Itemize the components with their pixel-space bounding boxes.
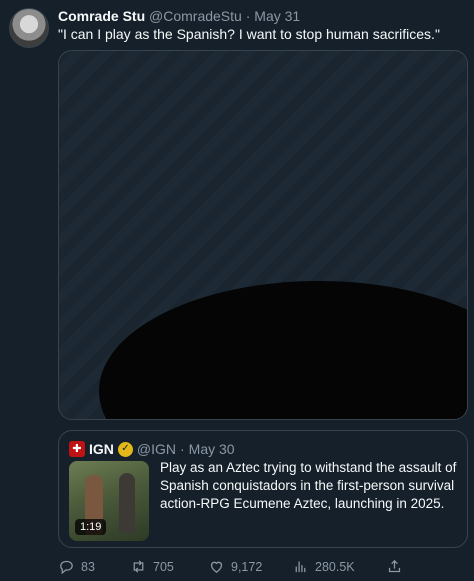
views-button[interactable]: 280.5K — [292, 558, 355, 575]
separator-dot: · — [180, 441, 185, 457]
reply-button[interactable]: 83 — [58, 558, 95, 575]
quoted-author-name[interactable]: IGN — [89, 440, 114, 458]
share-icon — [388, 559, 401, 573]
quoted-video-thumbnail[interactable]: 1:19 — [69, 461, 149, 541]
heart-icon — [210, 561, 223, 573]
like-button[interactable]: 9,172 — [208, 558, 262, 575]
video-duration-badge: 1:19 — [75, 519, 107, 535]
reply-count: 83 — [81, 559, 95, 574]
author-name[interactable]: Comrade Stu — [58, 8, 145, 24]
ign-logo-icon: ✚ — [69, 441, 85, 457]
quoted-date[interactable]: May 30 — [189, 440, 235, 458]
quoted-tweet-text: Play as an Aztec trying to withstand the… — [160, 459, 457, 513]
tweet-media[interactable] — [58, 50, 468, 420]
quoted-text-line: Play as an Aztec trying to withstand the… — [160, 460, 457, 475]
views-count: 280.5K — [315, 559, 355, 574]
tweet-actions-bar: 83 705 9,172 280.5K — [58, 558, 468, 576]
bar-chart-icon — [295, 561, 306, 573]
quoted-text-line: Spanish conquistadors in the first-perso… — [160, 478, 455, 493]
author-handle[interactable]: @ComradeStu — [149, 8, 242, 24]
reply-icon — [60, 560, 73, 575]
quoted-tweet[interactable]: ✚ IGN ✓ @IGN · May 30 1:19 Play as an Az… — [58, 430, 468, 548]
tweet-text: "I can I play as the Spanish? I want to … — [58, 26, 440, 42]
retweet-icon — [133, 560, 144, 573]
quoted-tweet-header: ✚ IGN ✓ @IGN · May 30 — [69, 440, 235, 458]
quoted-author-handle[interactable]: @IGN — [137, 440, 176, 458]
separator-dot: · — [245, 8, 251, 24]
author-avatar[interactable] — [9, 8, 49, 48]
retweet-count: 705 — [153, 559, 174, 574]
retweet-button[interactable]: 705 — [130, 558, 174, 575]
quoted-text-line: action-RPG Ecumene Aztec, launching in 2… — [160, 496, 445, 511]
thumbnail-figure-right — [119, 473, 135, 533]
verified-badge-icon: ✓ — [117, 441, 133, 457]
like-count: 9,172 — [231, 559, 263, 574]
share-button[interactable] — [386, 558, 403, 575]
tweet-date[interactable]: May 31 — [254, 8, 300, 24]
tweet-header: Comrade Stu @ComradeStu · May 31 — [58, 7, 464, 25]
